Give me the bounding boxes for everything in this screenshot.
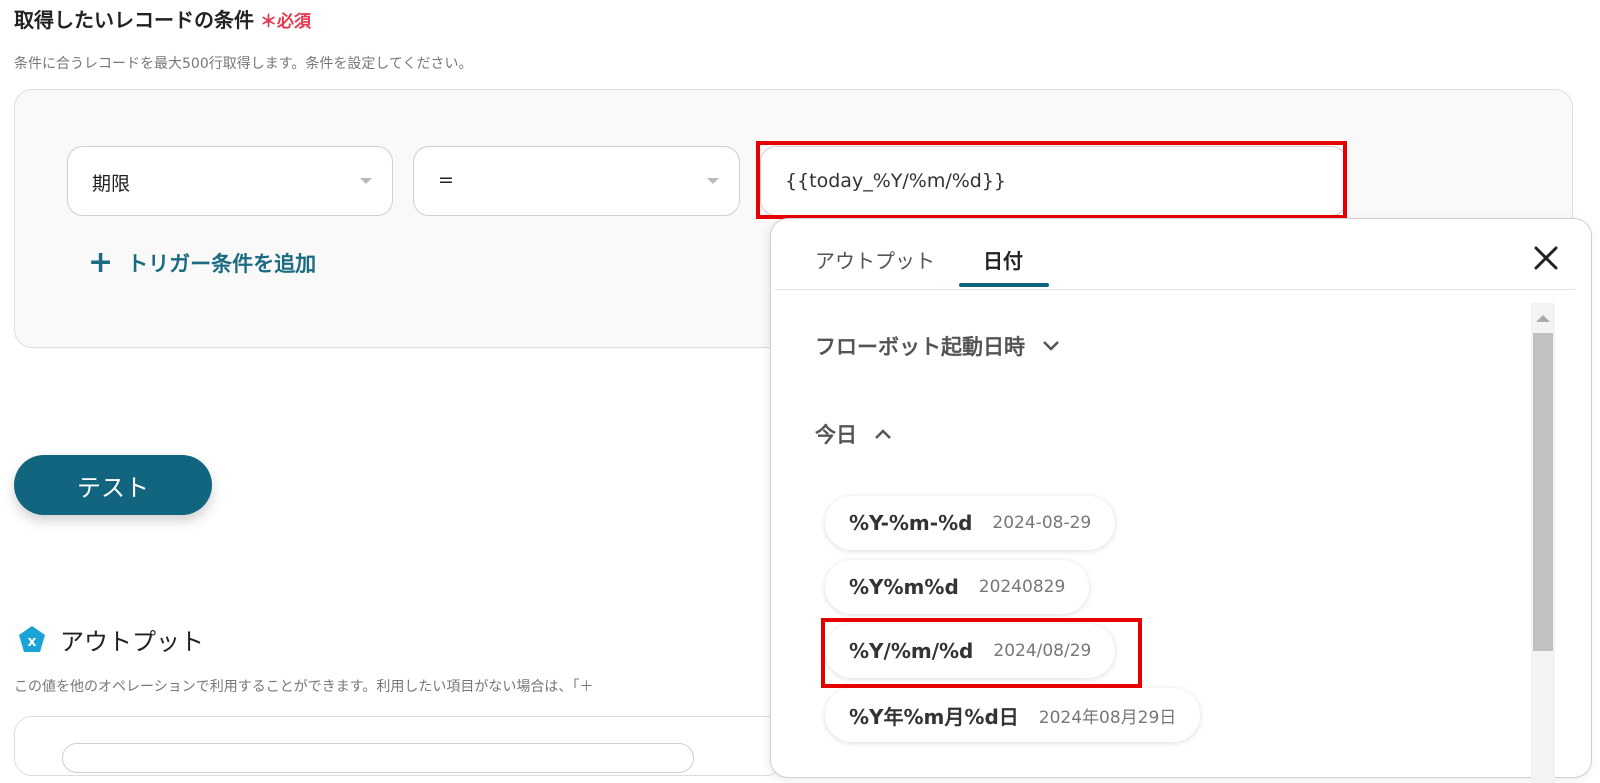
scrollbar-thumb[interactable]: [1533, 333, 1553, 651]
output-title: アウトプット: [60, 628, 204, 656]
date-format-code: %Y%m%d: [849, 575, 959, 599]
variable-picker-popup: アウトプット 日付 フローボット起動日時 今日 %Y-%m-%d 2024-08…: [770, 218, 1592, 783]
date-format-code: %Y/%m/%d: [849, 639, 974, 663]
date-format-chip[interactable]: %Y%m%d 20240829: [825, 560, 1090, 614]
date-format-chip[interactable]: %Y-%m-%d 2024-08-29: [825, 496, 1116, 550]
tab-output[interactable]: アウトプット: [815, 245, 935, 274]
field-select[interactable]: 期限: [67, 146, 393, 216]
scroll-up-arrow-icon[interactable]: [1536, 315, 1550, 322]
test-button-label: テスト: [77, 473, 149, 502]
active-tab-indicator: [959, 283, 1049, 287]
date-format-example: 2024年08月29日: [1038, 707, 1177, 728]
caret-down-icon: [360, 178, 372, 184]
operator-select-value: =: [438, 169, 454, 191]
section-description: 条件に合うレコードを最大500行取得します。条件を設定してください。: [14, 56, 473, 72]
group-flowbot-label: フローボット起動日時: [815, 335, 1025, 359]
section-title: 取得したいレコードの条件 ＊必須: [14, 4, 311, 33]
chevron-up-icon: [875, 429, 891, 439]
test-button[interactable]: テスト: [14, 455, 212, 515]
condition-value-input[interactable]: {{today_%Y/%m/%d}}: [760, 146, 1347, 216]
group-today-label: 今日: [815, 423, 857, 447]
required-mark: ＊: [260, 12, 277, 32]
date-format-chip[interactable]: %Y年%m月%d日 2024年08月29日: [825, 688, 1201, 742]
scrollbar[interactable]: [1531, 303, 1555, 783]
chevron-down-icon: [1043, 341, 1059, 351]
add-trigger-condition-label: トリガー条件を追加: [127, 252, 317, 276]
plus-icon: +: [88, 245, 114, 280]
variable-x-icon: x: [17, 625, 47, 655]
date-format-example: 20240829: [978, 577, 1066, 597]
tab-divider: [775, 289, 1575, 290]
condition-value-text: {{today_%Y/%m/%d}}: [785, 170, 1007, 192]
caret-down-icon: [707, 178, 719, 184]
date-format-example: 2024-08-29: [992, 513, 1092, 533]
add-trigger-condition-button[interactable]: + トリガー条件を追加: [88, 248, 316, 278]
svg-text:x: x: [27, 634, 36, 650]
operator-select[interactable]: =: [413, 146, 740, 216]
field-select-value: 期限: [92, 173, 131, 195]
output-field[interactable]: [62, 743, 694, 773]
close-icon[interactable]: [1531, 243, 1561, 273]
required-label: 必須: [277, 12, 311, 32]
tab-date[interactable]: 日付: [983, 245, 1023, 274]
date-format-chip-selected[interactable]: %Y/%m/%d 2024/08/29: [825, 624, 1116, 678]
group-today[interactable]: 今日: [815, 419, 893, 449]
group-flowbot-datetime[interactable]: フローボット起動日時: [815, 331, 1061, 361]
date-format-code: %Y年%m月%d日: [849, 704, 1019, 729]
output-description: この値を他のオペレーションで利用することができます。利用したい項目がない場合は、…: [14, 679, 594, 695]
section-title-text: 取得したいレコードの条件: [14, 8, 254, 32]
date-format-example: 2024/08/29: [993, 641, 1092, 661]
date-format-code: %Y-%m-%d: [849, 511, 973, 535]
